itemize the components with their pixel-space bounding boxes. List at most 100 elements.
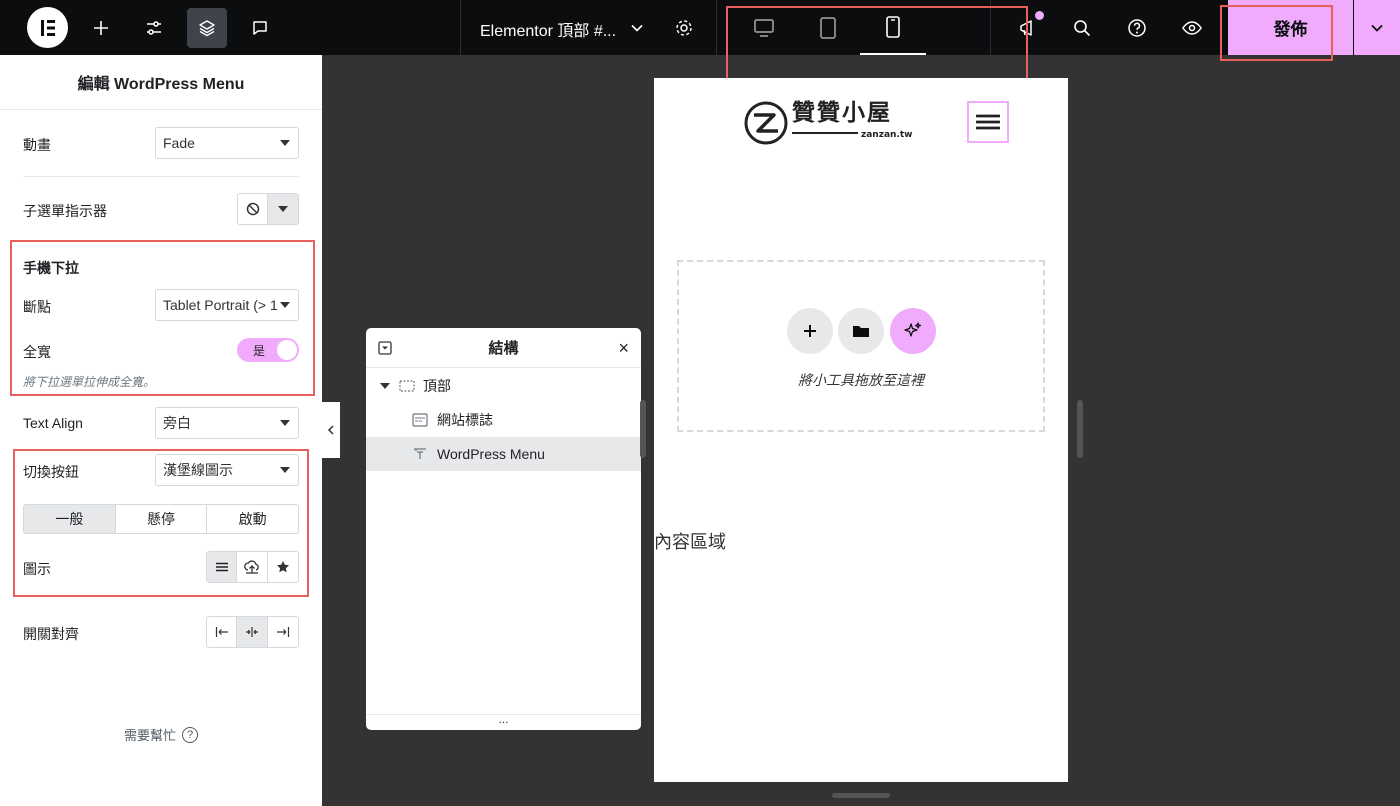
add-template-button[interactable] (838, 308, 884, 354)
caret-down-icon (280, 420, 290, 426)
breakpoint-value: Tablet Portrait (> 1 (163, 297, 278, 313)
resize-handle-left[interactable] (640, 400, 646, 458)
breakpoint-label: 斷點 (23, 299, 51, 315)
layers-icon (199, 20, 215, 37)
comment-icon (253, 21, 267, 35)
desktop-view-button[interactable] (731, 0, 797, 55)
content-area-text: 內容區域 (654, 532, 726, 552)
tab-hover[interactable]: 懸停 (116, 505, 208, 533)
navigator-item-wordpress-menu[interactable]: WordPress Menu (366, 437, 641, 471)
align-left-icon[interactable] (207, 617, 238, 647)
sparkle-icon (904, 322, 922, 337)
publish-options-button[interactable] (1354, 0, 1400, 55)
preview-canvas: 贊贊小屋 zanzan.tw 將小工具拖放至這裡 內容區域 (654, 78, 1068, 782)
site-logo[interactable]: 贊贊小屋 zanzan.tw (744, 98, 914, 151)
hamburger-icon[interactable] (207, 552, 238, 582)
question-icon: ? (182, 726, 198, 743)
close-icon[interactable]: × (618, 338, 629, 359)
state-tabs: 一般 懸停 啟動 (23, 504, 299, 534)
toggle-button-value: 漢堡線圖示 (163, 462, 233, 478)
drop-zone[interactable]: 將小工具拖放至這裡 (677, 260, 1045, 432)
full-width-hint: 將下拉選單拉伸成全寬。 (23, 375, 156, 389)
navigator-item-site-logo[interactable]: 網站標誌 (366, 403, 641, 437)
navigator-item-label: 網站標誌 (437, 412, 493, 428)
mobile-view-button[interactable] (860, 0, 926, 55)
navigator-item-header[interactable]: 頂部 (366, 369, 641, 403)
text-align-select[interactable]: 旁白 (155, 407, 299, 439)
toggle-button-select[interactable]: 漢堡線圖示 (155, 454, 299, 486)
help-link[interactable]: 需要幫忙 ? (0, 725, 322, 744)
collapse-all-icon[interactable] (378, 341, 392, 359)
notification-dot (1035, 11, 1044, 20)
question-icon (1128, 19, 1146, 37)
help-text: 需要幫忙 (123, 728, 176, 743)
mobile-dropdown-heading: 手機下拉 (23, 260, 79, 276)
submenu-indicator-label: 子選單指示器 (23, 203, 107, 219)
panel-title: 編輯 WordPress Menu (0, 55, 322, 110)
site-settings-button[interactable] (134, 8, 174, 48)
menu-toggle-button[interactable] (967, 101, 1009, 143)
page-settings-button[interactable] (664, 8, 704, 48)
container-icon (399, 380, 415, 392)
plus-icon (804, 325, 816, 337)
navigator-title: 結構 (488, 340, 519, 357)
chevron-down-icon[interactable] (630, 21, 644, 35)
help-button[interactable] (1117, 8, 1157, 48)
navigator-item-label: 頂部 (423, 378, 451, 394)
menu-widget-icon (414, 448, 426, 459)
site-logo-icon (412, 413, 428, 427)
tablet-view-button[interactable] (795, 0, 861, 55)
caret-down-icon (280, 302, 290, 308)
document-title[interactable]: Elementor 頂部 #... (480, 17, 616, 41)
tab-normal[interactable]: 一般 (24, 505, 116, 533)
logo-subtitle: zanzan.tw (861, 130, 912, 140)
preview-button[interactable] (1172, 8, 1212, 48)
animation-value: Fade (163, 135, 195, 151)
toggle-text: 是 (253, 344, 266, 358)
collapse-panel-button[interactable] (322, 402, 340, 458)
caret-down-icon (280, 140, 290, 146)
navigator-resize-handle[interactable]: ... (366, 713, 641, 730)
elementor-logo-icon[interactable] (27, 7, 68, 48)
structure-button[interactable] (187, 8, 227, 48)
structure-navigator: 結構 × 頂部 網站標誌 WordPress Menu ... (366, 328, 641, 730)
add-element-button[interactable] (81, 8, 121, 48)
ai-button[interactable] (890, 308, 936, 354)
icon-label: 圖示 (23, 561, 51, 577)
animation-select[interactable]: Fade (155, 127, 299, 159)
toggle-align-label: 開關對齊 (23, 626, 79, 642)
align-center-icon[interactable] (237, 617, 268, 647)
tab-active[interactable]: 啟動 (207, 505, 298, 533)
caret-down-icon[interactable] (268, 194, 298, 224)
hamburger-icon (976, 114, 1000, 130)
align-right-icon[interactable] (268, 617, 298, 647)
submenu-indicator-select[interactable] (237, 193, 299, 225)
editor-panel: 編輯 WordPress Menu 動畫 Fade 子選單指示器 手機下拉 斷點… (0, 55, 322, 806)
ban-icon[interactable] (238, 194, 269, 224)
breakpoint-select[interactable]: Tablet Portrait (> 1 (155, 289, 299, 321)
star-icon[interactable] (268, 552, 298, 582)
plus-icon (94, 21, 108, 35)
text-align-value: 旁白 (163, 415, 191, 431)
drop-zone-text: 將小工具拖放至這裡 (798, 372, 924, 388)
logo-title: 贊贊小屋 (792, 100, 892, 126)
top-bar: Elementor 頂部 #... 發佈 (0, 0, 1400, 55)
upload-icon[interactable] (237, 552, 268, 582)
toggle-knob (277, 340, 297, 360)
resize-handle-right[interactable] (1077, 400, 1083, 458)
notes-button[interactable] (240, 8, 280, 48)
gear-icon (676, 20, 692, 36)
caret-down-icon (280, 467, 290, 473)
sliders-icon (147, 21, 161, 35)
search-button[interactable] (1062, 8, 1102, 48)
full-width-toggle[interactable]: 是 (237, 338, 299, 362)
resize-handle-bottom[interactable] (832, 793, 890, 798)
add-section-button[interactable] (787, 308, 833, 354)
publish-button[interactable]: 發佈 (1228, 0, 1353, 55)
caret-down-icon[interactable] (380, 383, 390, 389)
text-align-label: Text Align (23, 415, 83, 431)
navigator-item-label: WordPress Menu (437, 446, 545, 462)
megaphone-icon (1020, 20, 1032, 36)
desktop-icon (754, 18, 774, 37)
folder-icon (853, 326, 869, 337)
